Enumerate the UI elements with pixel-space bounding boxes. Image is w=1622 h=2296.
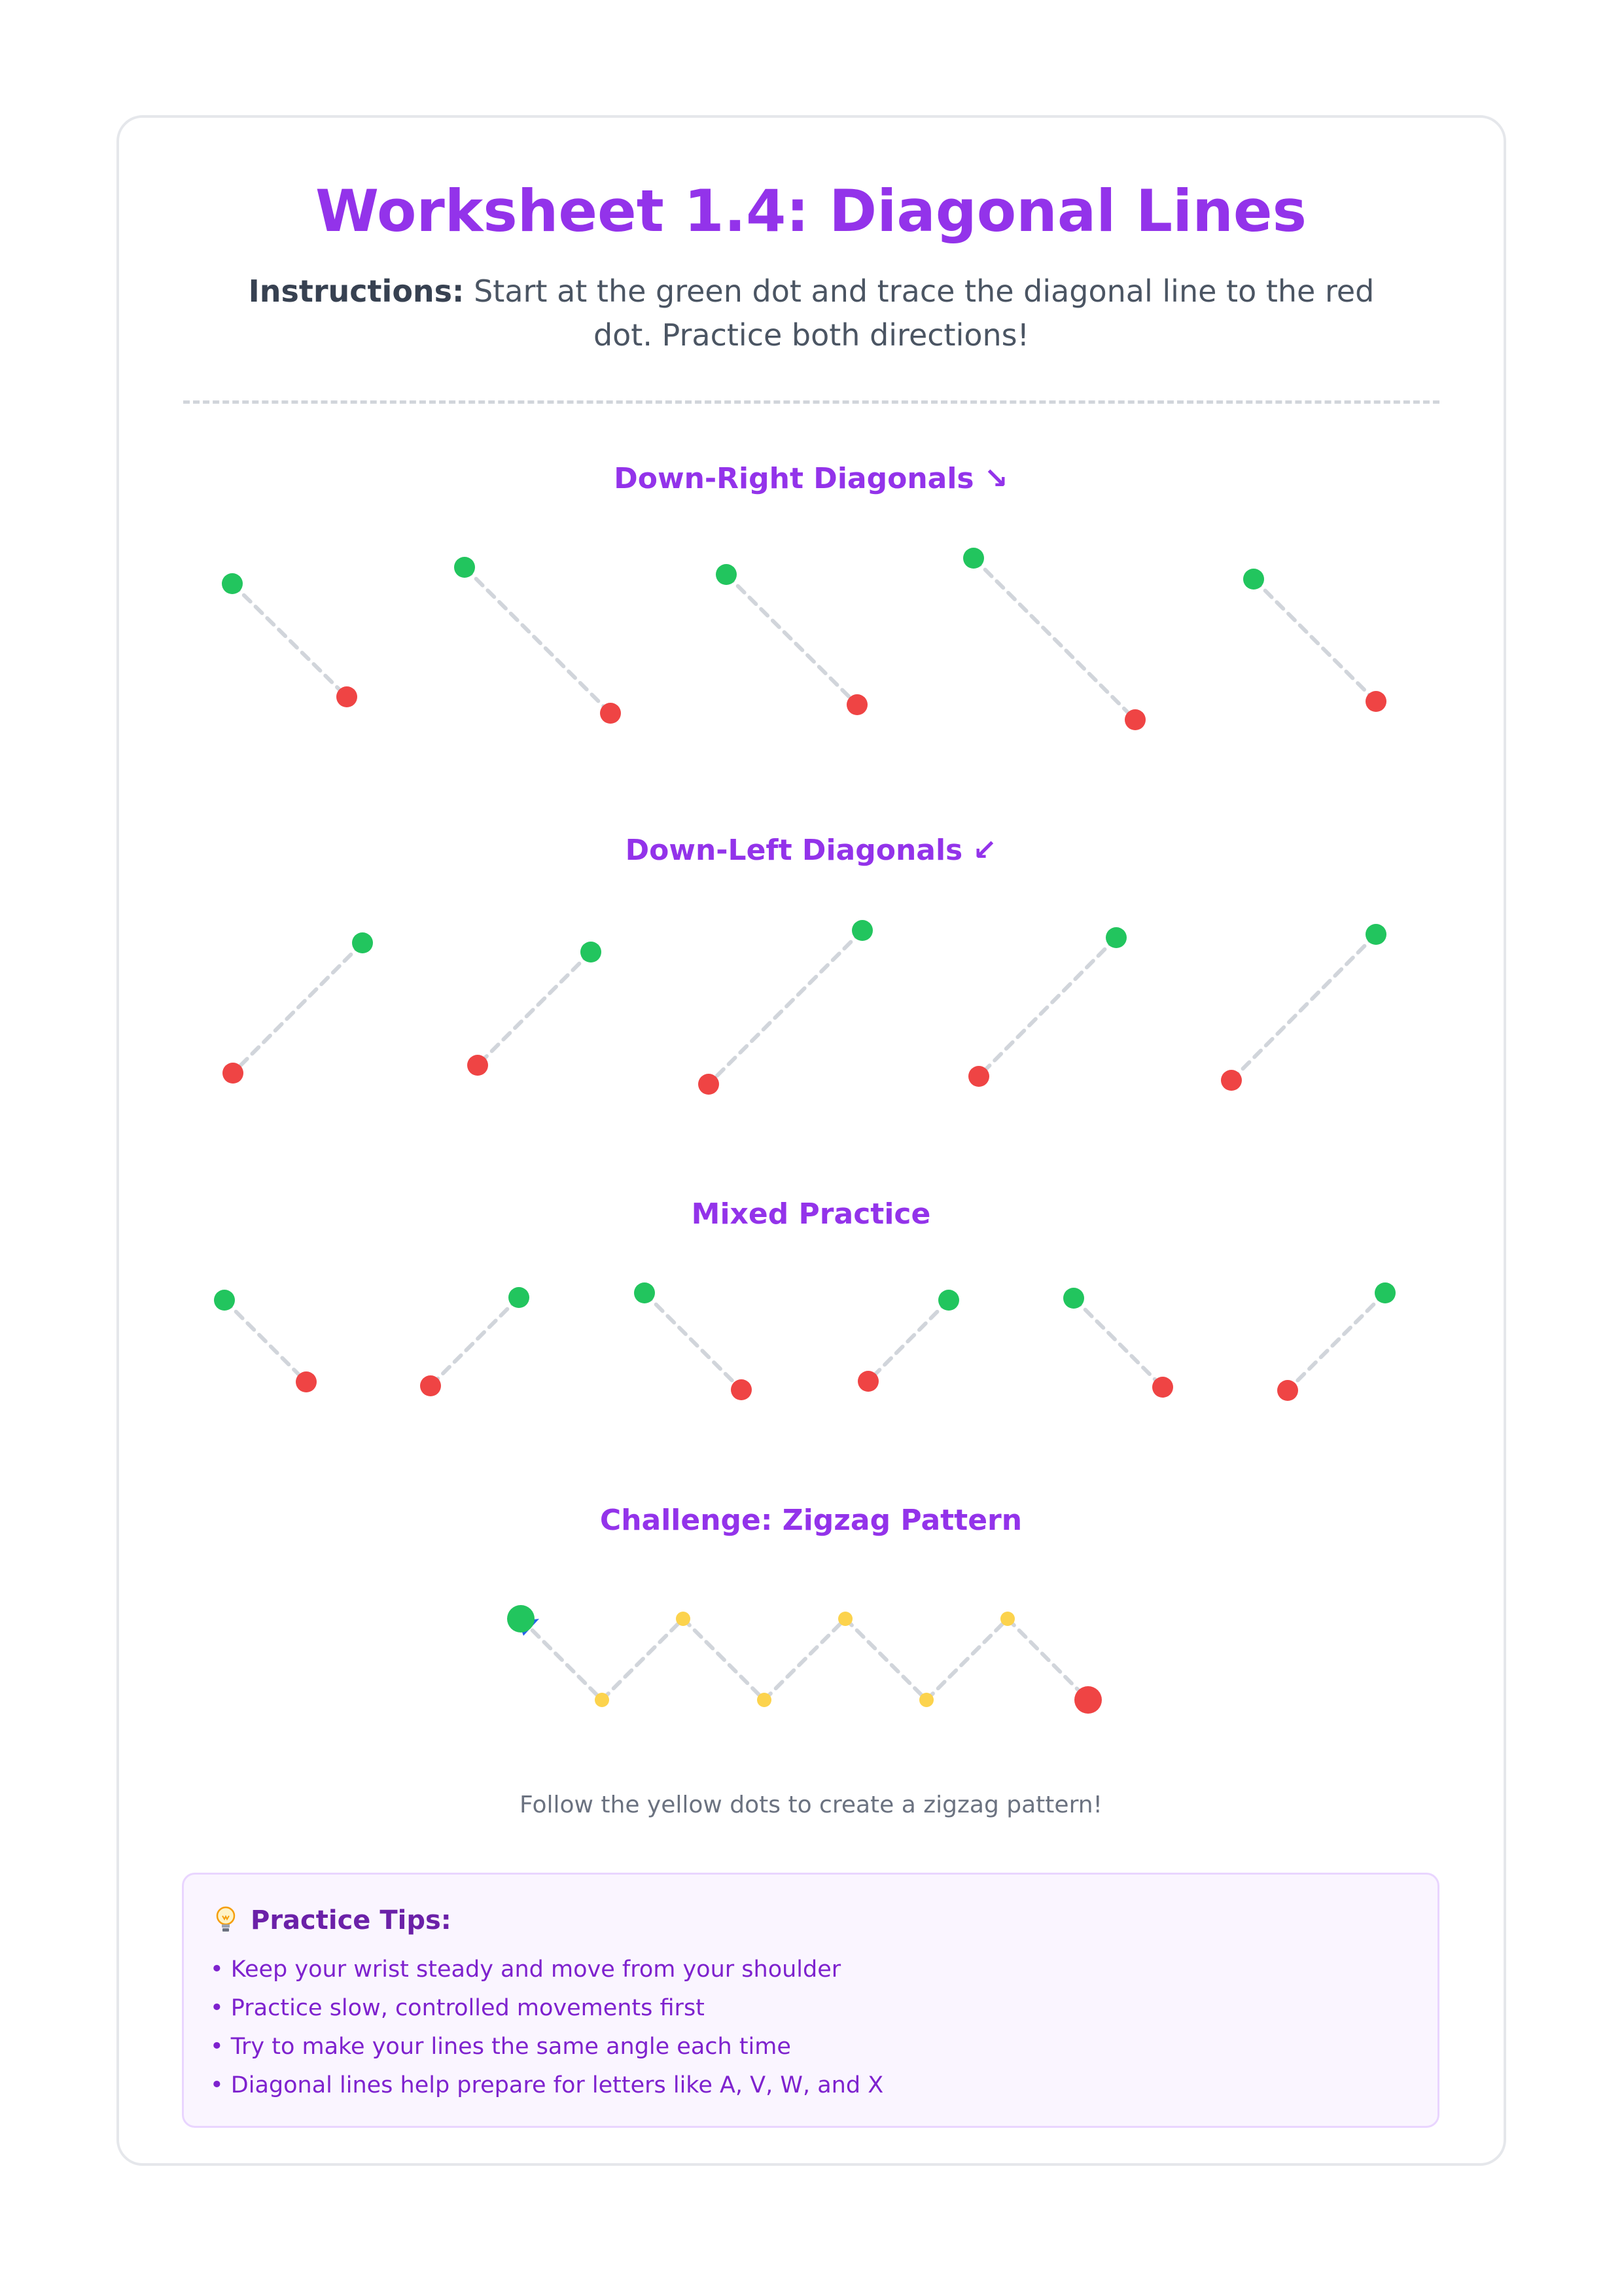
trace-line: [866, 1298, 951, 1383]
start-dot: [508, 1287, 529, 1308]
start-dot: [1375, 1282, 1396, 1303]
start-dot: [352, 932, 373, 953]
tips-title: Practice Tips:: [251, 1905, 451, 1935]
start-dot: [454, 557, 475, 578]
trace-line: [643, 1291, 743, 1392]
zigzag-line: [681, 1617, 766, 1702]
trace-line: [977, 936, 1118, 1078]
trace-line: [1252, 577, 1378, 703]
trace-line: [230, 582, 349, 699]
start-dot: [938, 1290, 959, 1311]
end-dot: [420, 1375, 441, 1396]
trace-line: [222, 1298, 308, 1384]
start-dot: [963, 548, 984, 569]
start-dot: [716, 564, 737, 585]
tip-item: • Try to make your lines the same angle …: [210, 2034, 791, 2060]
start-dot: [214, 1290, 235, 1311]
practice-tips-box: Practice Tips: • Keep your wrist steady …: [182, 1873, 1439, 2128]
zigzag-end-dot: [1074, 1686, 1102, 1714]
tip-item: • Practice slow, controlled movements fi…: [210, 1995, 705, 2021]
trace-line: [724, 573, 859, 707]
zigzag-line: [843, 1617, 928, 1702]
zigzag-waypoint-dot: [919, 1693, 934, 1707]
trace-line: [1286, 1291, 1387, 1392]
end-dot: [847, 694, 868, 715]
trace-line: [972, 556, 1137, 722]
end-dot: [467, 1055, 488, 1076]
end-dot: [698, 1074, 719, 1095]
zigzag-waypoint-dot: [838, 1612, 853, 1626]
trace-line: [463, 565, 612, 715]
tip-item: • Keep your wrist steady and move from y…: [210, 1956, 841, 1983]
zigzag-line: [519, 1617, 604, 1702]
end-dot: [296, 1371, 317, 1392]
end-dot: [1152, 1377, 1173, 1398]
end-dot: [1277, 1380, 1298, 1401]
end-dot: [600, 703, 621, 724]
trace-line: [1229, 932, 1378, 1082]
end-dot: [731, 1379, 752, 1400]
end-dot: [968, 1066, 989, 1087]
zigzag-waypoint-dot: [676, 1612, 690, 1626]
start-dot: [852, 920, 873, 941]
lightbulb-icon: [216, 1906, 236, 1932]
trace-line: [707, 928, 864, 1086]
start-dot: [1366, 924, 1386, 945]
start-dot: [580, 942, 601, 963]
start-dot: [222, 573, 243, 594]
trace-line: [1072, 1296, 1165, 1389]
end-dot: [222, 1063, 243, 1084]
end-dot: [858, 1371, 879, 1392]
zigzag-waypoint-dot: [1000, 1612, 1015, 1626]
zigzag-start-dot: [507, 1605, 535, 1633]
start-dot: [1243, 569, 1264, 590]
trace-line: [476, 950, 593, 1067]
start-dot: [1106, 927, 1127, 948]
zigzag-waypoint-dot: [595, 1693, 609, 1707]
tip-item: • Diagonal lines help prepare for letter…: [210, 2072, 884, 2098]
tips-header: Practice Tips:: [213, 1902, 451, 1939]
zigzag-line: [1006, 1617, 1090, 1702]
end-dot: [1366, 691, 1386, 712]
end-dot: [1221, 1070, 1242, 1091]
start-dot: [634, 1282, 655, 1303]
end-dot: [1125, 709, 1146, 730]
trace-line: [231, 941, 364, 1075]
trace-line: [429, 1296, 521, 1388]
start-dot: [1063, 1288, 1084, 1309]
end-dot: [336, 686, 357, 707]
zigzag-waypoint-dot: [757, 1693, 771, 1707]
challenge-caption: Follow the yellow dots to create a zigza…: [520, 1792, 1102, 1818]
zigzag-line: [600, 1617, 685, 1702]
tips-list: • Keep your wrist steady and move from y…: [210, 1951, 883, 2105]
zigzag-line: [762, 1617, 847, 1702]
zigzag-line: [925, 1617, 1010, 1702]
